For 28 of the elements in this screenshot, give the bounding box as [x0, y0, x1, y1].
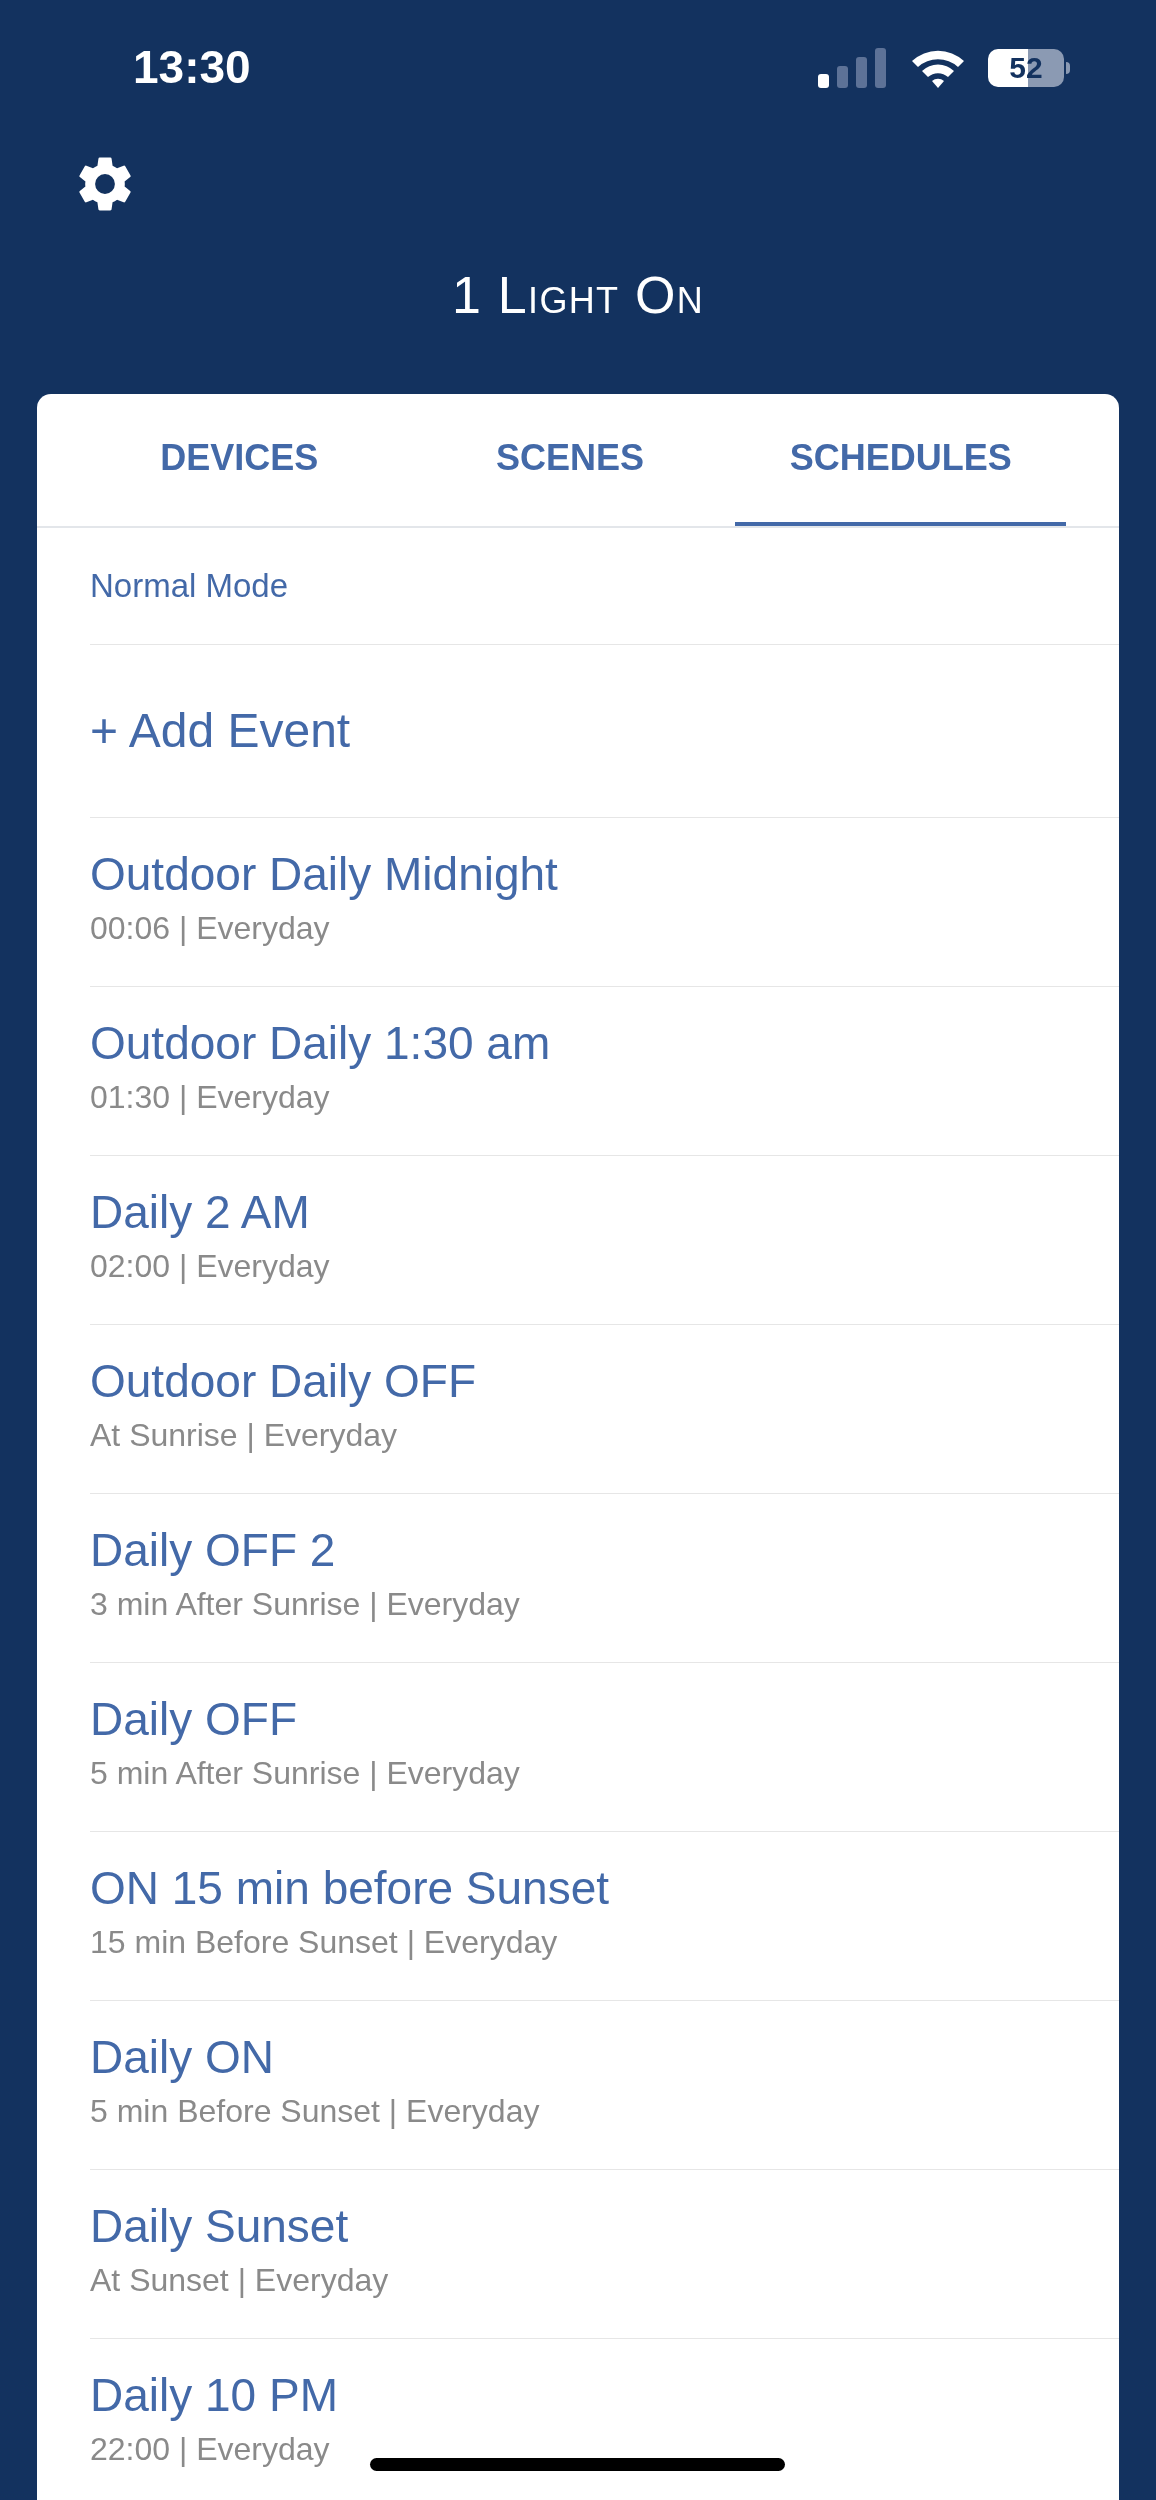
tab[interactable]: DEVICES	[74, 394, 405, 526]
tab[interactable]: SCHEDULES	[735, 394, 1066, 526]
signal-icon	[818, 46, 888, 89]
event-title[interactable]: Outdoor Daily OFF	[90, 1353, 476, 1409]
event-title[interactable]: Daily OFF 2	[90, 1522, 336, 1578]
event-detail: 02:00 | Everyday	[90, 1247, 330, 1286]
event-title[interactable]: Daily Sunset	[90, 2198, 349, 2254]
event-title[interactable]: Daily 2 AM	[90, 1184, 310, 1240]
event-detail: 01:30 | Everyday	[90, 1078, 330, 1117]
event-title[interactable]: Daily ON	[90, 2029, 275, 2085]
event-detail: At Sunset | Everyday	[90, 2261, 389, 2300]
event-title[interactable]: Outdoor Daily 1:30 am	[90, 1015, 551, 1071]
event-detail: 15 min Before Sunset | Everyday	[90, 1923, 558, 1962]
event-detail: 5 min After Sunrise | Everyday	[90, 1754, 520, 1793]
event-detail: 22:00 | Everyday	[90, 2430, 330, 2469]
event-title[interactable]: ON 15 min before Sunset	[90, 1860, 610, 1916]
event-title[interactable]: Daily 10 PM	[90, 2367, 338, 2423]
status-time: 13:30	[133, 40, 251, 95]
event-detail: 00:06 | Everyday	[90, 909, 330, 948]
mode-label[interactable]: Normal Mode	[90, 561, 289, 611]
event-detail: 5 min Before Sunset | Everyday	[90, 2092, 540, 2131]
header-title: 1 Light On	[451, 265, 705, 326]
event-detail: 3 min After Sunrise | Everyday	[90, 1585, 520, 1624]
event-title[interactable]: Outdoor Daily Midnight	[90, 846, 558, 902]
event-detail: At Sunrise | Everyday	[90, 1416, 398, 1455]
add-event-link[interactable]: + Add Event	[90, 695, 351, 767]
event-title[interactable]: Daily OFF	[90, 1691, 297, 1747]
tab[interactable]: SCENES	[404, 394, 736, 526]
